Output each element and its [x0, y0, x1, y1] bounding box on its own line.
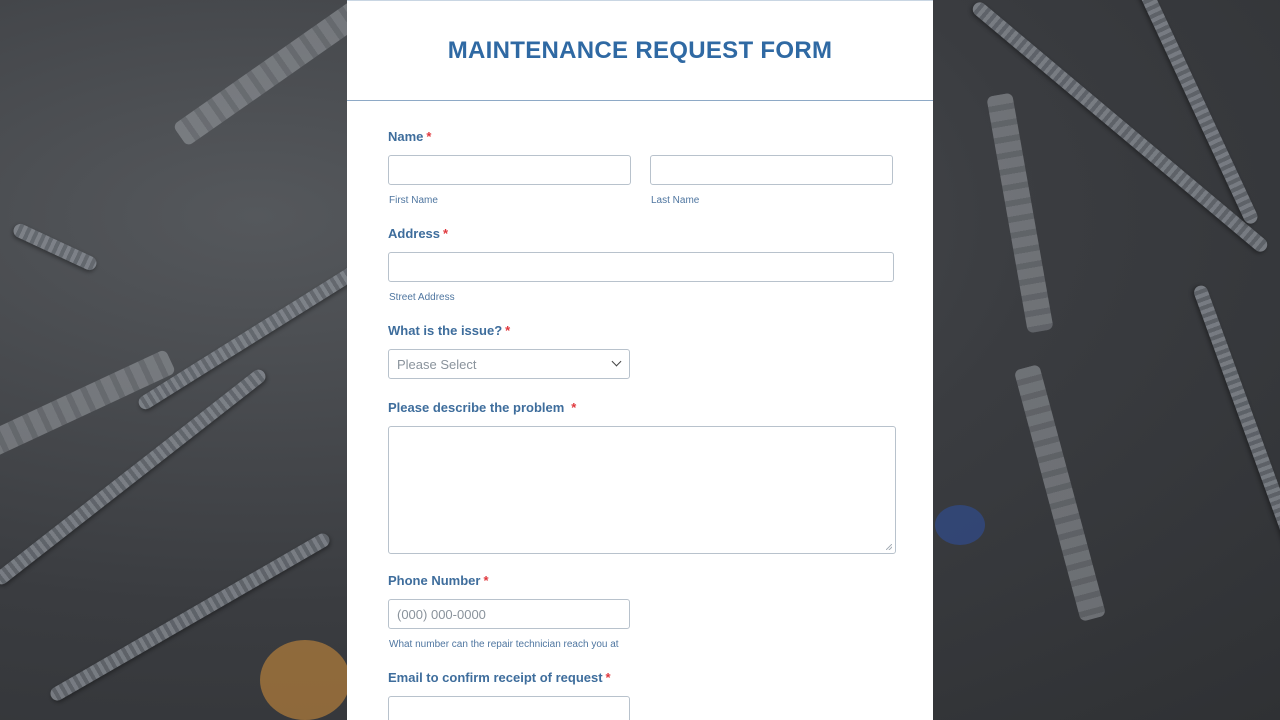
name-field-label: Name *	[388, 129, 431, 144]
required-mark: *	[605, 670, 611, 685]
last-name-input[interactable]	[650, 155, 893, 185]
wall-anchor-decoration	[1013, 364, 1107, 622]
issue-select-value: Please Select	[397, 356, 477, 372]
email-field-label: Email to confirm receipt of request *	[388, 670, 611, 685]
wall-anchor-decoration	[172, 0, 368, 147]
wall-anchor-decoration	[986, 92, 1054, 334]
email-label: Email to confirm receipt of request	[388, 670, 603, 685]
required-mark: *	[426, 129, 432, 144]
problem-label: Please describe the problem	[388, 400, 565, 415]
problem-field-label: Please describe the problem *	[388, 400, 576, 415]
phone-input[interactable]: (000) 000-0000	[388, 599, 630, 629]
street-address-input[interactable]	[388, 252, 894, 282]
required-mark: *	[443, 226, 449, 241]
street-address-sublabel: Street Address	[389, 292, 455, 303]
screw-decoration	[1192, 283, 1280, 571]
name-label: Name	[388, 129, 424, 144]
issue-field-label: What is the issue? *	[388, 323, 510, 338]
address-label: Address	[388, 226, 441, 241]
phone-label: Phone Number	[388, 573, 481, 588]
screw-decoration	[11, 221, 99, 273]
blue-anchor-decoration	[935, 505, 985, 545]
yellow-plug-decoration	[260, 640, 350, 720]
chevron-down-icon	[611, 356, 622, 367]
first-name-input[interactable]	[388, 155, 631, 185]
phone-sublabel: What number can the repair technician re…	[389, 639, 619, 650]
form-card: MAINTENANCE REQUEST FORM Name * First Nam…	[347, 0, 933, 720]
resize-grip-icon[interactable]	[886, 544, 892, 550]
last-name-sublabel: Last Name	[651, 195, 700, 206]
required-mark: *	[483, 573, 489, 588]
email-input[interactable]	[388, 696, 630, 720]
first-name-sublabel: First Name	[389, 195, 438, 206]
phone-field-label: Phone Number *	[388, 573, 489, 588]
screw-decoration	[0, 366, 269, 588]
address-field-label: Address *	[388, 226, 448, 241]
form-title: MAINTENANCE REQUEST FORM	[447, 36, 833, 64]
form-header: MAINTENANCE REQUEST FORM	[347, 0, 933, 101]
issue-label: What is the issue?	[388, 323, 503, 338]
problem-textarea[interactable]	[388, 426, 896, 554]
issue-select[interactable]: Please Select	[388, 349, 630, 379]
required-mark: *	[505, 323, 511, 338]
required-mark: *	[571, 400, 577, 415]
